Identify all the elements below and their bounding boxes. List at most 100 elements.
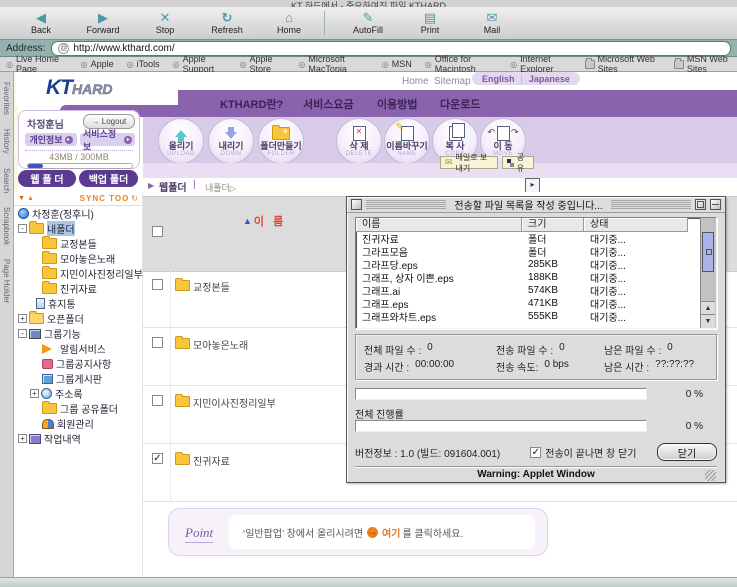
tree-item[interactable]: +작업내역 [14,431,142,446]
sync-refresh-icon[interactable]: ↻ [131,194,138,203]
tree-item[interactable]: -내폴더 [14,221,142,236]
column-header[interactable]: 크기 [522,218,584,232]
nav-item[interactable]: KTHARD란? [220,96,283,112]
action-upload-button[interactable]: 올리기UPLOAD [158,118,204,164]
action-label-ko: 올리기 [169,141,194,151]
home-link[interactable]: Home [402,76,429,87]
favorite-item[interactable]: ◎Apple [81,59,114,69]
toolbar-home-button[interactable]: ⌂Home [258,11,320,35]
scroll-up-icon[interactable]: ▲ [701,301,715,315]
popout-button[interactable]: ▸ [525,178,540,193]
share-button[interactable]: 공유 [502,156,534,169]
close-when-done-checkbox[interactable]: ✓ [530,447,541,458]
favorite-item[interactable]: ◎Office for Macintosh [425,54,497,74]
explorer-tab-page-holder[interactable]: Page Holder [2,259,11,303]
scrollbar-thumb[interactable] [702,232,714,272]
action-delete-button[interactable]: 삭 제DELETE [336,118,382,164]
download-icon [225,126,237,141]
nav-item[interactable]: 다운로드 [440,96,480,112]
send-mail-button[interactable]: ✉ 메일로 보내기 [440,156,498,169]
tree-expander[interactable]: - [18,224,27,233]
nav-item[interactable]: 이용방법 [377,96,417,112]
favorite-item[interactable]: Microsoft Web Sites [585,54,661,74]
transfer-file-row[interactable]: 그래프와차트.eps555KB대기중... [356,310,716,323]
explorer-tab-scrapbook[interactable]: Scrapbook [2,207,11,245]
toolbar-button-label: Print [421,25,440,35]
favorite-item[interactable]: ◎iTools [127,59,160,69]
tree-expander[interactable]: + [18,434,27,443]
file-size: 574KB [522,285,584,296]
tree-expander[interactable]: + [30,389,39,398]
tree-item[interactable]: 알림서비스 [14,341,142,356]
favorite-label: Microsoft Web Sites [598,54,661,74]
tree-item[interactable]: 진귀자료 [14,281,142,296]
close-button[interactable]: 닫기 [657,443,717,461]
tree-item[interactable]: 지민이사진정리일부 [14,266,142,281]
lang-english[interactable]: English [482,74,515,84]
resize-grip[interactable] [705,470,716,481]
scroll-down-icon[interactable]: ▼ [701,314,715,328]
toolbar-autofill-button[interactable]: ✎AutoFill [337,11,399,35]
row-checkbox[interactable] [152,395,163,406]
service-info-button[interactable]: 서비스정보 [80,133,135,146]
tree-item[interactable]: +주소록 [14,386,142,401]
action-download-button[interactable]: 내리기DOWN [208,118,254,164]
column-header[interactable]: 이름 [356,218,522,232]
tree-item[interactable]: +오픈폴더 [14,311,142,326]
lang-japanese[interactable]: Japanese [529,74,570,84]
toolbar-refresh-button[interactable]: ↻Refresh [196,11,258,35]
close-box-icon[interactable] [351,199,362,210]
collapse-icon[interactable]: ▼ [18,195,25,202]
action-rename-button[interactable]: 이름바꾸기NAME [384,118,430,164]
nav-item[interactable]: 서비스요금 [303,96,354,112]
folder-shape [272,127,290,140]
toolbar-mail-button[interactable]: ✉Mail [461,11,523,35]
tree-item[interactable]: 차정훈(정후니) [14,206,142,221]
tree-item[interactable]: 휴지통 [14,296,142,311]
scrollbar[interactable]: ▲ ▼ [700,218,716,328]
tree-expander[interactable]: + [18,314,27,323]
dialog-titlebar[interactable]: 전송할 파일 목록을 작성 중입니다... [347,197,725,213]
select-all-checkbox[interactable] [152,226,163,237]
collapse-box-icon[interactable] [710,199,721,210]
tree-item-label: 교정본들 [60,236,97,251]
toolbar-forward-button[interactable]: ▶Forward [72,11,134,35]
column-header[interactable]: 상태 [584,218,688,232]
sort-by-name[interactable]: ▲ 이 름 [243,213,286,229]
explorer-tab-history[interactable]: History [2,129,11,154]
favorite-item[interactable]: ◎Internet Explorer [510,54,572,74]
explorer-tab-favorites[interactable]: Favorites [2,82,11,115]
favorite-item[interactable]: ◎Apple Support [173,54,227,74]
point-here-link[interactable]: 여기 [382,525,400,540]
favorite-item[interactable]: ◎Microsoft MacTopia [298,54,368,74]
toolbar-back-button[interactable]: ◀Back [10,11,72,35]
row-checkbox[interactable] [152,279,163,290]
action-new-folder-button[interactable]: 폴더만들기FOLDER [258,118,304,164]
toolbar-print-button[interactable]: ▤Print [399,11,461,35]
toolbar-stop-button[interactable]: ✕Stop [134,11,196,35]
tree-item[interactable]: 그룹게시판 [14,371,142,386]
expand-icon[interactable]: ▲ [27,195,34,202]
tree-item[interactable]: 그룹공지사항 [14,356,142,371]
site-logo[interactable]: KTHARD [46,76,112,100]
favorite-item[interactable]: ◎MSN [382,59,412,69]
sitemap-link[interactable]: Sitemap [434,76,471,87]
web-folder-button[interactable]: 웹 폴 더 [18,170,76,187]
backup-folder-label: 백업 폴더 [89,171,129,186]
tree-item[interactable]: 교정본들 [14,236,142,251]
zoom-box-icon[interactable] [695,199,706,210]
row-checkbox[interactable]: ✓ [152,453,163,464]
tree-expander[interactable]: - [18,329,27,338]
tree-item[interactable]: 그룹 공유폴더 [14,401,142,416]
close-when-done-option[interactable]: ✓ 전송이 끝나면 창 닫기 [530,445,636,460]
favorite-item[interactable]: ◎Live Home Page [6,54,68,74]
tree-item[interactable]: -그룹기능 [14,326,142,341]
backup-folder-button[interactable]: 백업 폴더 [79,170,138,187]
tree-item[interactable]: 회원관리 [14,416,142,431]
personal-info-button[interactable]: 개인정보 [25,133,77,146]
favorite-item[interactable]: ◎Apple Store [240,54,286,74]
tree-item[interactable]: 모아놓은노래 [14,251,142,266]
explorer-tab-search[interactable]: Search [2,168,11,193]
row-checkbox[interactable] [152,337,163,348]
favorite-item[interactable]: MSN Web Sites [674,54,737,74]
